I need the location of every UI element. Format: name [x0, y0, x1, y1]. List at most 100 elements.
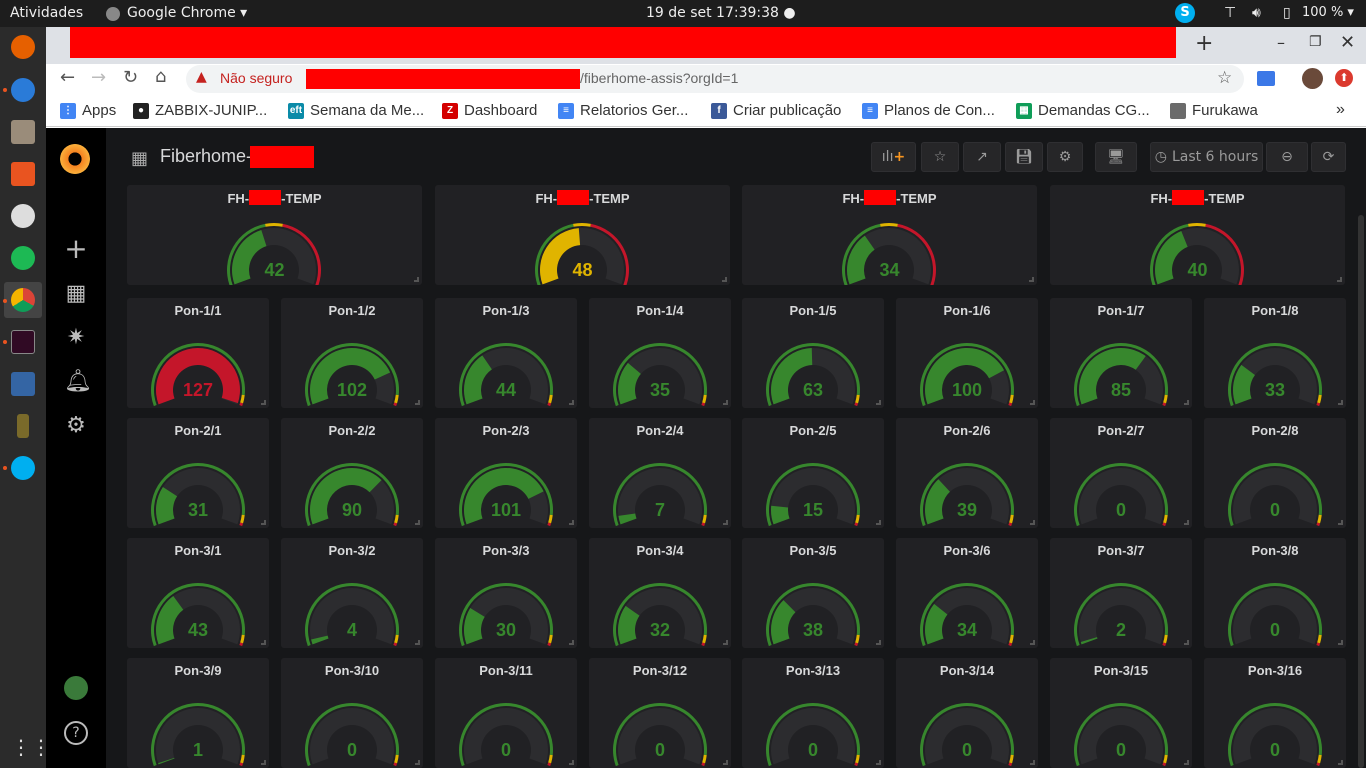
gauge-panel[interactable]: Pon-3/7 2 [1050, 538, 1192, 648]
gauge-panel[interactable]: Pon-1/6 100 [896, 298, 1038, 408]
bookmark-item[interactable]: Furukawa [1170, 102, 1258, 119]
resize-handle[interactable] [261, 760, 266, 765]
not-secure-label[interactable]: Não seguro [220, 70, 292, 86]
resize-handle[interactable] [261, 640, 266, 645]
files-icon[interactable] [11, 120, 35, 144]
zoom-out-button[interactable]: ⊖ [1266, 142, 1308, 172]
bookmark-item[interactable]: Z Dashboard [442, 102, 537, 119]
gauge-panel[interactable]: Pon-2/7 0 [1050, 418, 1192, 528]
gauge-panel[interactable]: Pon-3/1 43 [127, 538, 269, 648]
gauge-panel[interactable]: Pon-2/2 90 [281, 418, 423, 528]
resize-handle[interactable] [1184, 520, 1189, 525]
back-button[interactable]: ← [60, 67, 75, 88]
add-panel-button[interactable]: ılı+ [871, 142, 916, 172]
save-button[interactable]: 💾︎ [1005, 142, 1043, 172]
bookmark-item[interactable]: ▦ Demandas CG... [1016, 102, 1150, 119]
webcam-icon[interactable] [11, 204, 35, 228]
bookmark-star-icon[interactable]: ☆ [1217, 68, 1232, 88]
settings-button[interactable]: ⚙ [1047, 142, 1083, 172]
gauge-panel[interactable]: Pon-2/6 39 [896, 418, 1038, 528]
gauge-panel[interactable]: Pon-3/11 0 [435, 658, 577, 768]
resize-handle[interactable] [723, 520, 728, 525]
battery-percent[interactable]: 100 % ▾ [1302, 5, 1354, 20]
terminal-icon[interactable] [11, 330, 35, 354]
wine-icon[interactable] [17, 414, 29, 438]
activities-button[interactable]: Atividades [10, 5, 83, 21]
resize-handle[interactable] [1338, 400, 1343, 405]
update-icon[interactable]: ⬆ [1335, 69, 1353, 87]
resize-handle[interactable] [414, 277, 419, 282]
home-button[interactable]: ⌂ [155, 66, 166, 87]
resize-handle[interactable] [876, 640, 881, 645]
help-icon[interactable]: ? [64, 721, 88, 745]
gauge-panel[interactable]: Pon-1/2 102 [281, 298, 423, 408]
gauge-panel[interactable]: FH- -TEMP 34 [742, 185, 1037, 285]
gauge-panel[interactable]: FH- -TEMP 40 [1050, 185, 1345, 285]
configuration-gear-icon[interactable]: ⚙ [64, 414, 88, 438]
gauge-panel[interactable]: Pon-2/1 31 [127, 418, 269, 528]
gauge-panel[interactable]: FH- -TEMP 42 [127, 185, 422, 285]
create-plus-icon[interactable]: + [64, 235, 88, 263]
resize-handle[interactable] [415, 640, 420, 645]
gauge-panel[interactable]: Pon-2/4 7 [589, 418, 731, 528]
software-center-icon[interactable] [11, 162, 35, 186]
resize-handle[interactable] [876, 760, 881, 765]
gauge-panel[interactable]: Pon-3/14 0 [896, 658, 1038, 768]
gauge-panel[interactable]: Pon-1/3 44 [435, 298, 577, 408]
resize-handle[interactable] [1337, 277, 1342, 282]
resize-handle[interactable] [415, 520, 420, 525]
bookmark-item[interactable]: ≡ Planos de Con... [862, 102, 995, 119]
gauge-panel[interactable]: Pon-1/8 33 [1204, 298, 1346, 408]
resize-handle[interactable] [415, 760, 420, 765]
spotify-icon[interactable] [11, 246, 35, 270]
resize-handle[interactable] [1030, 520, 1035, 525]
gauge-panel[interactable]: Pon-3/2 4 [281, 538, 423, 648]
share-button[interactable]: ↗ [963, 142, 1001, 172]
gauge-panel[interactable]: Pon-3/5 38 [742, 538, 884, 648]
gauge-panel[interactable]: Pon-3/3 30 [435, 538, 577, 648]
resize-handle[interactable] [1184, 760, 1189, 765]
gauge-panel[interactable]: Pon-1/4 35 [589, 298, 731, 408]
forward-button[interactable]: → [91, 67, 106, 88]
new-tab-button[interactable]: + [1195, 31, 1213, 56]
time-picker-button[interactable]: ◷ Last 6 hours [1150, 142, 1263, 172]
restore-button[interactable]: ❐ [1309, 34, 1322, 50]
resize-handle[interactable] [415, 400, 420, 405]
resize-handle[interactable] [723, 760, 728, 765]
resize-handle[interactable] [722, 277, 727, 282]
bookmark-item[interactable]: ≡ Relatorios Ger... [558, 102, 688, 119]
close-window-button[interactable]: ✕ [1340, 32, 1355, 53]
refresh-button[interactable]: ⟳ [1311, 142, 1346, 172]
resize-handle[interactable] [876, 400, 881, 405]
dashboards-icon[interactable]: ▦ [64, 282, 88, 306]
chrome-icon[interactable] [11, 288, 35, 312]
volume-icon[interactable]: 🔊︎ [1252, 5, 1261, 21]
bookmark-item[interactable]: ● ZABBIX-JUNIP... [133, 102, 267, 119]
gauge-panel[interactable]: Pon-2/3 101 [435, 418, 577, 528]
grafana-logo-icon[interactable] [60, 144, 90, 174]
gauge-panel[interactable]: Pon-3/4 32 [589, 538, 731, 648]
firefox-icon[interactable] [11, 35, 35, 59]
resize-handle[interactable] [1184, 400, 1189, 405]
extension-icon[interactable] [1257, 71, 1275, 86]
resize-handle[interactable] [723, 640, 728, 645]
gauge-panel[interactable]: Pon-1/7 85 [1050, 298, 1192, 408]
gauge-panel[interactable]: Pon-3/15 0 [1050, 658, 1192, 768]
resize-handle[interactable] [876, 520, 881, 525]
resize-handle[interactable] [1338, 640, 1343, 645]
reload-button[interactable]: ↻ [123, 67, 138, 88]
app-menu[interactable]: Google Chrome ▾ [127, 5, 247, 21]
gauge-panel[interactable]: Pon-3/6 34 [896, 538, 1038, 648]
resize-handle[interactable] [261, 520, 266, 525]
minimize-button[interactable]: – [1277, 33, 1285, 52]
bookmark-item[interactable]: ⋮ Apps [60, 102, 116, 119]
resize-handle[interactable] [1338, 520, 1343, 525]
gauge-panel[interactable]: Pon-3/9 1 [127, 658, 269, 768]
resize-handle[interactable] [1030, 400, 1035, 405]
scrollbar[interactable] [1358, 215, 1364, 768]
gauge-panel[interactable]: Pon-3/13 0 [742, 658, 884, 768]
gauge-panel[interactable]: Pon-3/10 0 [281, 658, 423, 768]
alerting-bell-icon[interactable]: 🔔︎ [64, 370, 92, 394]
gauge-panel[interactable]: Pon-3/12 0 [589, 658, 731, 768]
resize-handle[interactable] [569, 640, 574, 645]
